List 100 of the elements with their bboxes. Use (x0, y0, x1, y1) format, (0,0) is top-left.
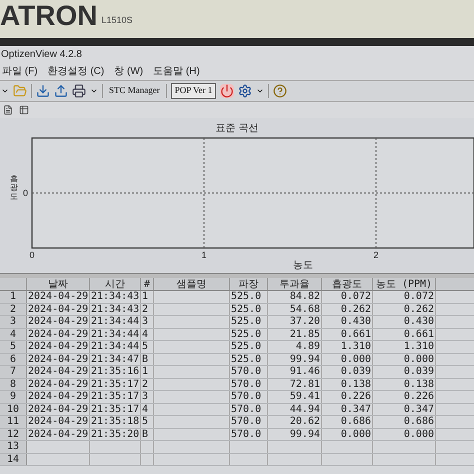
table-cell: 525.0 (230, 328, 268, 340)
table-cell: B (141, 428, 154, 440)
table-cell: 0.661 (322, 328, 373, 340)
row-header[interactable]: 9 (0, 391, 27, 402)
table-cell: 21:35:17 (90, 404, 141, 415)
table-cell: 0.000 (322, 428, 373, 440)
column-header[interactable]: 투과율 (268, 278, 322, 290)
table-cell: 1.310 (373, 341, 436, 352)
table-cell: 0.686 (322, 416, 373, 428)
menu-item[interactable]: 파일 (F) (2, 64, 38, 78)
column-header[interactable]: 파장 (230, 278, 268, 290)
table-cell: 525.0 (230, 354, 268, 365)
row-header[interactable]: 13 (0, 441, 27, 452)
row-header[interactable]: 8 (0, 378, 27, 390)
table-cell: 0.661 (373, 328, 436, 340)
stc-manager-button[interactable]: STC Manager (107, 84, 162, 98)
table-cell: 21:34:43 (90, 304, 141, 315)
row-header[interactable]: 5 (0, 341, 27, 352)
chart-title: 표준 곡선 (216, 123, 258, 134)
row-header[interactable]: 7 (0, 366, 27, 378)
table-cell: 0.138 (322, 378, 373, 390)
column-header[interactable]: 농도 (PPM) (373, 278, 436, 290)
column-header[interactable]: 샘플명 (154, 278, 230, 290)
table-cell: 570.0 (230, 391, 268, 402)
table-cell: 0.686 (373, 416, 436, 428)
table-cell: 2024-04-29 (27, 354, 90, 365)
table-cell: 2024-04-29 (27, 304, 90, 315)
table-cell: 525.0 (230, 291, 268, 302)
table-cell: 2024-04-29 (27, 416, 90, 428)
table-cell: 0.347 (373, 404, 436, 415)
column-header[interactable]: 시간 (90, 278, 141, 290)
column-header[interactable]: # (141, 278, 154, 290)
document-icon[interactable] (3, 105, 13, 115)
table-cell: 5 (141, 416, 154, 428)
y-tick-label: 0 (22, 188, 28, 198)
table-cell: 2024-04-29 (27, 378, 90, 390)
settings-icon[interactable] (238, 84, 252, 98)
table-cell: 21.85 (268, 328, 322, 340)
row-header[interactable]: 14 (0, 454, 27, 465)
table-cell: 21:35:17 (90, 391, 141, 402)
table-cell: 0.262 (373, 304, 436, 315)
table-cell: B (141, 354, 154, 365)
dropdown-icon[interactable] (1, 87, 9, 95)
column-header[interactable]: 날짜 (27, 278, 90, 290)
pop-version-button[interactable]: POP Ver 1 (170, 83, 216, 99)
table-cell: 84.82 (268, 291, 322, 302)
x-tick-label: 0 (30, 250, 34, 260)
table-cell: 4 (141, 328, 154, 340)
table-cell: 0.226 (322, 391, 373, 402)
table-cell: 2024-04-29 (27, 428, 90, 440)
table-cell: 2024-04-29 (27, 328, 90, 340)
table-cell: 21:35:20 (90, 428, 141, 440)
table-cell: 0.072 (373, 291, 436, 302)
menu-item[interactable]: 창 (W) (114, 64, 144, 78)
table-cell: 1 (141, 366, 154, 378)
table-cell: 3 (141, 391, 154, 402)
table-cell: 20.62 (268, 416, 322, 428)
column-header[interactable]: 흡광도 (322, 278, 373, 290)
row-header[interactable]: 10 (0, 404, 27, 415)
table-cell: 525.0 (230, 341, 268, 352)
help-icon[interactable] (273, 84, 288, 98)
x-axis-label: 농도 (293, 260, 313, 270)
corner-header (0, 278, 27, 290)
table-cell: 21:34:43 (90, 291, 141, 302)
table-cell: 0.347 (322, 404, 373, 415)
table-cell: 0.262 (322, 304, 373, 315)
table-cell: 2024-04-29 (27, 291, 90, 302)
table-cell: 21:34:47 (90, 354, 141, 365)
table-cell: 2024-04-29 (27, 391, 90, 402)
table-cell: 44.94 (268, 404, 322, 415)
row-header[interactable]: 11 (0, 416, 27, 428)
row-header[interactable]: 2 (0, 304, 27, 315)
x-tick-label: 2 (374, 250, 378, 260)
table-cell: 0.138 (373, 378, 436, 390)
table-cell: 0.000 (322, 354, 373, 365)
table-cell: 4 (141, 404, 154, 415)
menu-item[interactable]: 도움말 (H) (153, 64, 200, 78)
table-cell: 37.20 (268, 316, 322, 328)
table-cell: 21:34:44 (90, 328, 141, 340)
download-icon[interactable] (36, 84, 50, 98)
row-header[interactable]: 4 (0, 328, 27, 340)
table-cell: 2024-04-29 (27, 404, 90, 415)
table-cell: 525.0 (230, 316, 268, 328)
power-icon[interactable] (220, 84, 234, 98)
table-cell: 2 (141, 378, 154, 390)
menu-item[interactable]: 환경설정 (C) (48, 64, 104, 78)
table-cell: 2024-04-29 (27, 341, 90, 352)
table-cell: 570.0 (230, 378, 268, 390)
upload-icon[interactable] (54, 84, 68, 98)
row-header[interactable]: 3 (0, 316, 27, 328)
table-icon[interactable] (19, 105, 29, 115)
dropdown-icon[interactable] (90, 87, 98, 95)
row-header[interactable]: 6 (0, 354, 27, 365)
printer-icon[interactable] (72, 84, 86, 98)
dropdown-icon[interactable] (256, 87, 264, 95)
row-header[interactable]: 12 (0, 428, 27, 440)
table-cell: 21:35:18 (90, 416, 141, 428)
row-header[interactable]: 1 (0, 291, 27, 302)
table-cell: 2024-04-29 (27, 316, 90, 328)
table-cell: 570.0 (230, 404, 268, 415)
